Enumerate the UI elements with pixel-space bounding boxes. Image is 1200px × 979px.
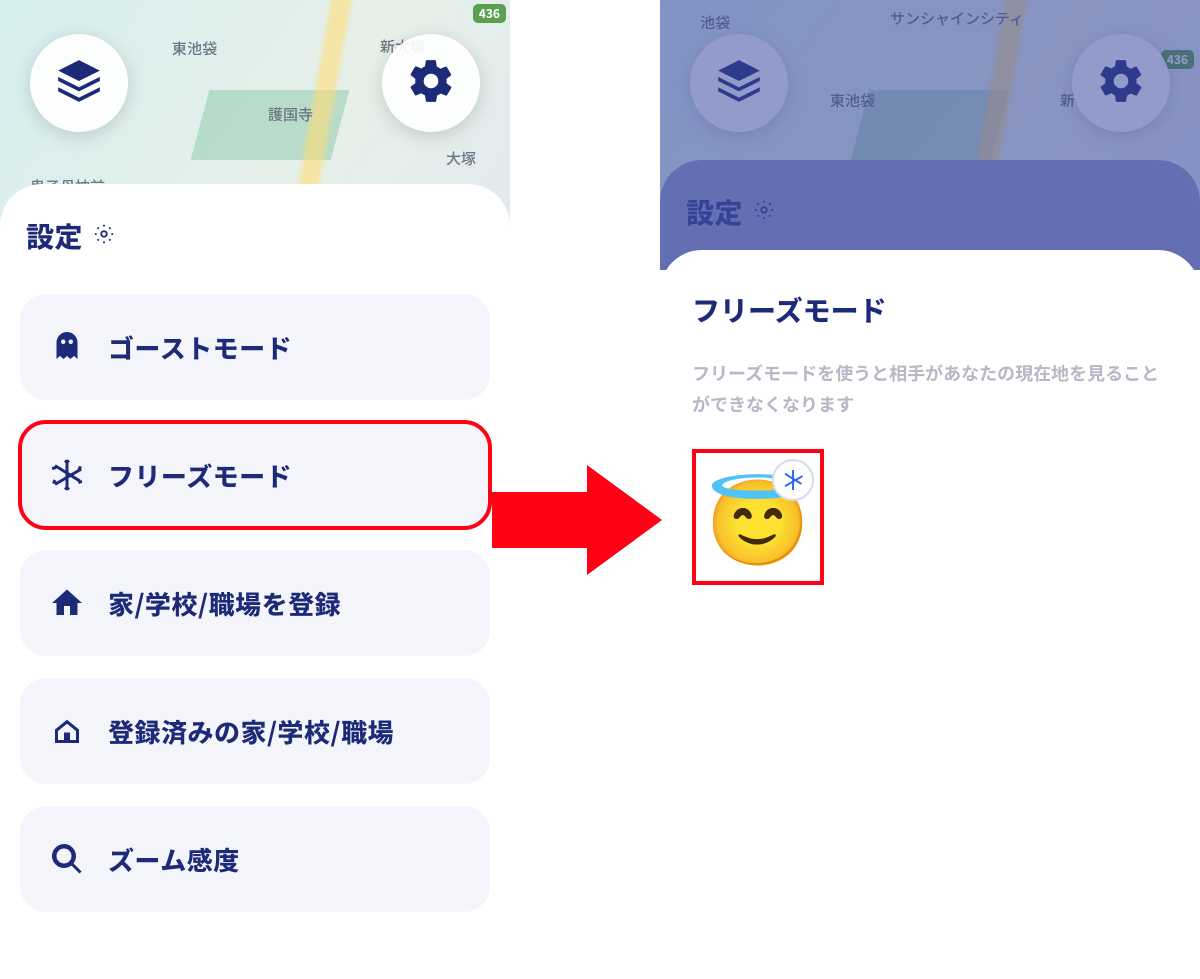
menu-item-registered-places[interactable]: 登録済みの家/学校/職場 — [20, 678, 490, 784]
ghost-icon — [48, 328, 86, 366]
phone-left: 東池袋 新大塚 護国寺 大塚 鬼子母神前 436 設定 — [0, 0, 510, 979]
menu-label: 登録済みの家/学校/職場 — [108, 713, 394, 750]
settings-button[interactable] — [1072, 34, 1170, 132]
snowflake-badge — [772, 459, 814, 501]
menu-label: フリーズモード — [108, 457, 292, 494]
map-label: サンシャインシティ — [890, 8, 1024, 29]
phone-right: 池袋 サンシャインシティ 東池袋 新 護国寺 436 設定 — [660, 0, 1200, 979]
layers-button[interactable] — [690, 34, 788, 132]
menu-label: ズーム感度 — [108, 841, 240, 878]
sheet-title: 設定 — [26, 216, 83, 256]
search-icon — [48, 840, 86, 878]
layers-icon — [54, 56, 104, 111]
settings-button[interactable] — [382, 34, 480, 132]
home-icon — [48, 584, 86, 622]
menu-item-zoom-sensitivity[interactable]: ズーム感度 — [20, 806, 490, 912]
menu-item-register-place[interactable]: 家/学校/職場を登録 — [20, 550, 490, 656]
layers-button[interactable] — [30, 34, 128, 132]
menu-item-freeze-mode[interactable]: フリーズモード — [20, 422, 490, 528]
route-badge: 436 — [473, 4, 506, 23]
detail-title: フリーズモード — [692, 290, 1168, 330]
detail-description: フリーズモードを使うと相手があなたの現在地を見ることができなくなります — [692, 358, 1168, 419]
gear-icon — [406, 56, 456, 111]
menu-label: ゴーストモード — [108, 329, 292, 366]
gear-outline-icon — [93, 223, 115, 250]
gear-icon — [1096, 56, 1146, 111]
layers-icon — [714, 56, 764, 111]
menu-item-ghost-mode[interactable]: ゴーストモード — [20, 294, 490, 400]
user-avatar-freeze[interactable]: 😇 — [692, 449, 824, 585]
map-label: 護国寺 — [268, 104, 313, 125]
map-label: 東池袋 — [172, 38, 217, 59]
snowflake-icon — [48, 456, 86, 494]
map-label: 池袋 — [700, 12, 730, 33]
map-label: 大塚 — [446, 148, 476, 169]
home-outline-icon — [48, 712, 86, 750]
map-label: 東池袋 — [830, 90, 875, 111]
settings-sheet: 設定 ゴーストモード フリーズモード — [0, 184, 510, 979]
arrow-annotation — [492, 460, 662, 580]
menu-label: 家/学校/職場を登録 — [108, 585, 341, 622]
freeze-mode-sheet: フリーズモード フリーズモードを使うと相手があなたの現在地を見ることができなくな… — [660, 250, 1200, 979]
